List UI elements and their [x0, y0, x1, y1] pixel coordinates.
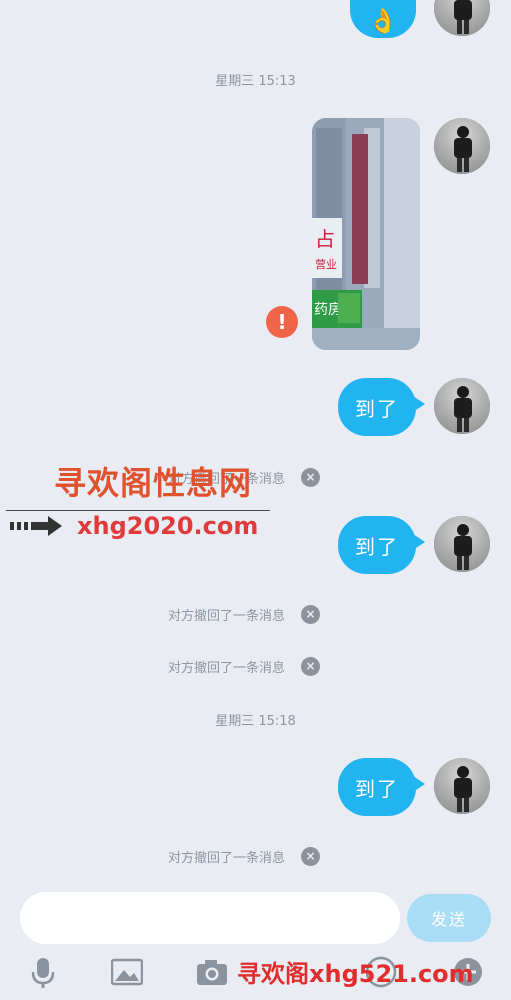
microphone-icon[interactable] — [27, 956, 59, 988]
watermark-divider — [6, 510, 270, 511]
avatar[interactable] — [434, 516, 490, 572]
send-failed-icon[interactable]: ! — [266, 306, 298, 338]
svg-text:药房: 药房 — [314, 302, 342, 318]
timestamp: 星期三 15:13 — [215, 74, 296, 89]
close-icon[interactable]: × — [301, 604, 321, 624]
svg-text:占: 占 — [315, 227, 335, 251]
recall-notice: 对方撤回了一条消息 × — [168, 845, 321, 867]
message-input[interactable] — [20, 892, 400, 944]
avatar[interactable] — [434, 0, 490, 36]
avatar[interactable] — [434, 378, 490, 434]
message-bubble[interactable]: 到了 — [338, 378, 425, 436]
avatar[interactable] — [434, 118, 490, 174]
recall-text: 对方撤回了一条消息 — [168, 850, 286, 866]
close-icon[interactable]: × — [301, 846, 321, 866]
recall-text: 对方撤回了一条消息 — [168, 608, 286, 624]
watermark-bottom: 寻欢阁xhg521.com — [237, 960, 474, 988]
image-message[interactable]: 占 营业 药房 — [312, 118, 420, 350]
message-bubble[interactable]: 到了 — [338, 758, 425, 816]
avatar[interactable] — [434, 758, 490, 814]
close-icon[interactable]: × — [301, 467, 321, 487]
recall-notice: 对方撤回了一条消息 × — [168, 655, 321, 677]
message-bubble-emoji[interactable]: 👌 — [350, 0, 416, 38]
recall-notice: 对方撤回了一条消息 × — [168, 603, 321, 625]
close-icon[interactable]: × — [301, 656, 321, 676]
watermark-url: xhg2020.com — [77, 512, 259, 540]
arrow-right-icon — [10, 516, 62, 536]
svg-text:营业: 营业 — [315, 257, 337, 271]
image-icon[interactable] — [111, 956, 143, 988]
message-bubble[interactable]: 到了 — [338, 516, 425, 574]
ok-hand-emoji: 👌 — [368, 7, 398, 35]
timestamp: 星期三 15:18 — [215, 714, 296, 729]
camera-icon[interactable] — [196, 956, 228, 988]
recall-text: 对方撤回了一条消息 — [168, 660, 286, 676]
send-button[interactable]: 发送 — [407, 894, 491, 942]
watermark-site-name: 寻欢阁性息网 — [54, 464, 253, 502]
